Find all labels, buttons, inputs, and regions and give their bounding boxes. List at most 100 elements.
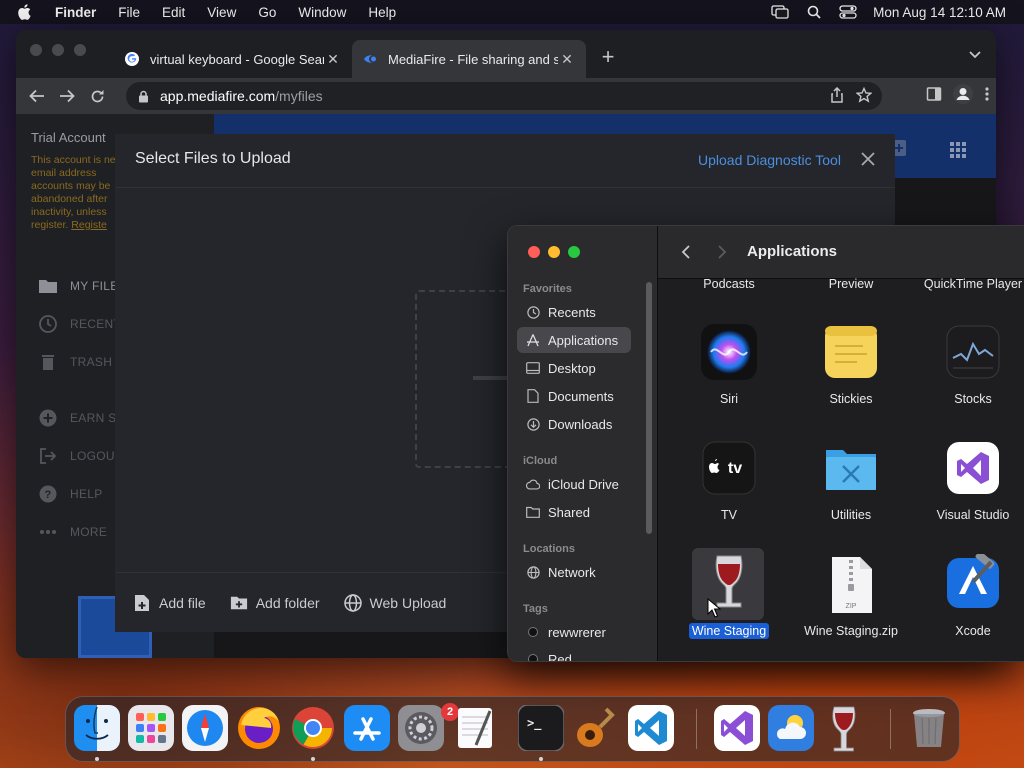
apple-menu-icon[interactable]	[14, 2, 34, 22]
menubar-clock[interactable]: Mon Aug 14 12:10 AM	[873, 5, 1006, 20]
app-label-utilities[interactable]: Utilities	[789, 508, 913, 522]
add-file-button[interactable]: Add file	[133, 594, 206, 612]
back-chevron-icon[interactable]	[678, 243, 694, 261]
screen-mirroring-icon[interactable]	[771, 5, 789, 19]
stocks-icon[interactable]	[945, 324, 1001, 380]
safari-icon[interactable]	[182, 705, 228, 751]
menu-window[interactable]: Window	[287, 5, 357, 20]
grid-view-icon[interactable]	[950, 142, 966, 158]
close-icon[interactable]	[859, 150, 877, 168]
menu-go[interactable]: Go	[247, 5, 287, 20]
textedit-icon[interactable]	[452, 705, 498, 751]
sidebar-item-label: Downloads	[548, 416, 613, 432]
bookmark-star-icon[interactable]	[855, 86, 873, 106]
nav-earn-space[interactable]: EARN S	[38, 408, 116, 428]
zoom-window-button[interactable]	[568, 246, 580, 258]
tab-search-chevron-icon[interactable]	[968, 48, 982, 62]
app-label-tv[interactable]: TV	[667, 508, 791, 522]
app-label-stocks[interactable]: Stocks	[911, 392, 1024, 406]
app-label-wine-staging-zip[interactable]: Wine Staging.zip	[789, 624, 913, 638]
close-window-button[interactable]	[30, 44, 42, 56]
forward-chevron-icon[interactable]	[714, 243, 730, 261]
control-center-icon[interactable]	[839, 5, 857, 19]
app-label-preview[interactable]: Preview	[789, 277, 913, 291]
zoom-window-button[interactable]	[74, 44, 86, 56]
close-tab-icon[interactable]: ✕	[324, 51, 342, 68]
app-label-visual-studio[interactable]: Visual Studio	[911, 508, 1024, 522]
more-icon	[38, 522, 58, 542]
tab-mediafire[interactable]: MediaFire - File sharing and st ✕	[352, 40, 586, 78]
web-upload-button[interactable]: Web Upload	[343, 593, 446, 612]
tab-title: MediaFire - File sharing and st	[388, 51, 558, 67]
sidebar-item-network[interactable]: Network	[517, 559, 631, 585]
nav-trash[interactable]: TRASH	[38, 352, 112, 372]
firefox-icon[interactable]	[236, 705, 282, 751]
reload-icon[interactable]	[82, 82, 112, 110]
menu-edit[interactable]: Edit	[151, 5, 196, 20]
menu-view[interactable]: View	[196, 5, 247, 20]
app-label-stickies[interactable]: Stickies	[789, 392, 913, 406]
chrome-icon[interactable]	[290, 705, 336, 751]
close-window-button[interactable]	[528, 246, 540, 258]
sidebar-item-desktop[interactable]: Desktop	[517, 355, 631, 381]
sidebar-item-shared[interactable]: Shared	[517, 499, 631, 525]
menu-app-name[interactable]: Finder	[44, 5, 107, 20]
more-vertical-icon[interactable]	[984, 86, 990, 107]
xcode-icon[interactable]	[945, 551, 1001, 610]
app-store-icon[interactable]	[344, 705, 390, 751]
app-label-wine-staging[interactable]: Wine Staging	[667, 623, 791, 639]
upload-diagnostic-link[interactable]: Upload Diagnostic Tool	[698, 152, 841, 168]
logout-icon	[38, 446, 58, 466]
sidebar-scrollbar[interactable]	[646, 282, 652, 534]
sidebar-item-applications[interactable]: Applications	[517, 327, 631, 353]
siri-icon[interactable]	[701, 324, 757, 380]
garageband-icon[interactable]	[572, 705, 618, 751]
sidebar-item-tag-rewwrerer[interactable]: rewwrerer	[517, 619, 631, 645]
finder-icon[interactable]	[74, 705, 120, 751]
app-label-xcode[interactable]: Xcode	[911, 624, 1024, 638]
app-label-siri[interactable]: Siri	[667, 392, 791, 406]
nav-logout[interactable]: LOGOUT	[38, 446, 122, 466]
vscode-icon[interactable]	[628, 705, 674, 751]
spotlight-search-icon[interactable]	[805, 5, 823, 19]
menu-help[interactable]: Help	[357, 5, 407, 20]
visual-studio-icon[interactable]	[945, 440, 1001, 496]
forward-arrow-icon[interactable]	[52, 82, 82, 110]
minimize-window-button[interactable]	[52, 44, 64, 56]
sidebar-item-documents[interactable]: Documents	[517, 383, 631, 409]
nav-recent[interactable]: RECENT	[38, 314, 121, 334]
zip-icon[interactable]: ZIP	[823, 556, 879, 613]
sidebar-item-downloads[interactable]: Downloads	[517, 411, 631, 437]
wine-icon[interactable]	[822, 705, 868, 752]
terminal-icon[interactable]: >_	[517, 704, 565, 752]
app-label-quicktime[interactable]: QuickTime Player	[911, 277, 1024, 291]
system-settings-icon[interactable]	[398, 705, 444, 751]
app-label-podcasts[interactable]: Podcasts	[667, 277, 791, 291]
launchpad-icon[interactable]	[128, 705, 174, 751]
address-bar[interactable]: app.mediafire.com/myfiles	[126, 82, 882, 110]
weather-icon[interactable]	[768, 705, 814, 751]
nav-my-files[interactable]: MY FILE	[38, 276, 119, 296]
close-tab-icon[interactable]: ✕	[558, 51, 576, 68]
utilities-folder-icon[interactable]	[823, 440, 879, 496]
stickies-icon[interactable]	[823, 324, 879, 380]
sidebar-item-icloud-drive[interactable]: iCloud Drive	[517, 471, 631, 497]
add-folder-button[interactable]: Add folder	[230, 594, 320, 612]
share-icon[interactable]	[830, 86, 844, 106]
nav-help[interactable]: ? HELP	[38, 484, 103, 504]
profile-avatar-icon[interactable]	[952, 83, 974, 110]
visual-studio-icon[interactable]	[714, 705, 760, 751]
sidebar-item-recents[interactable]: Recents	[517, 299, 631, 325]
menu-file[interactable]: File	[107, 5, 151, 20]
nav-more[interactable]: MORE	[38, 522, 107, 542]
sidebar-item-tag-red[interactable]: Red	[517, 646, 631, 661]
tv-icon[interactable]: tv	[701, 440, 757, 496]
minimize-window-button[interactable]	[548, 246, 560, 258]
sidebar-item-label: Desktop	[548, 360, 596, 376]
tab-google-search[interactable]: virtual keyboard - Google Sear ✕	[114, 40, 352, 78]
side-panel-icon[interactable]	[926, 86, 942, 107]
back-arrow-icon[interactable]	[22, 82, 52, 110]
new-tab-button[interactable]: +	[596, 44, 620, 70]
trash-icon[interactable]	[906, 705, 952, 751]
register-link[interactable]: Registe	[71, 219, 107, 231]
